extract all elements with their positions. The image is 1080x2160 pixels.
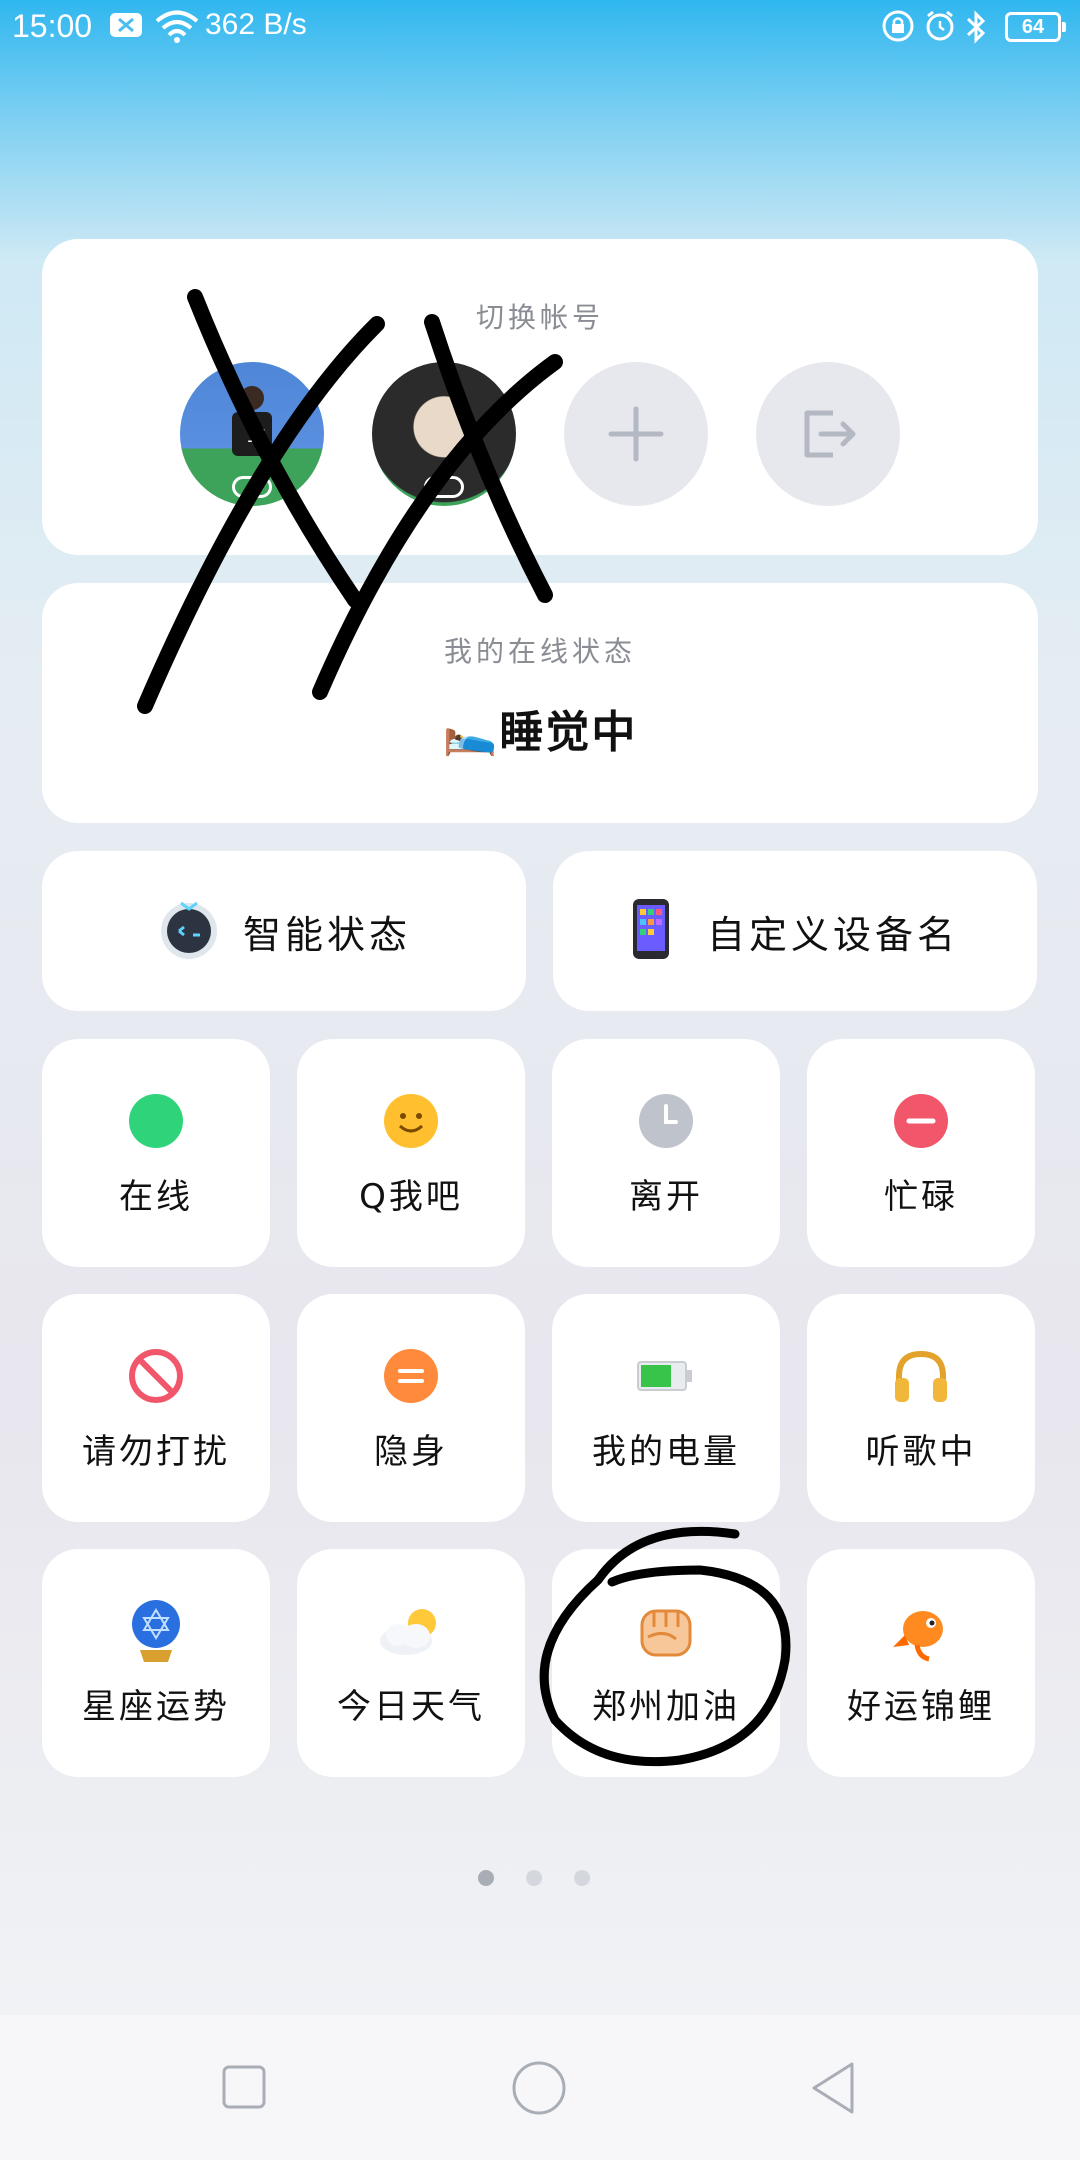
tile-q-me[interactable]: Q我吧	[297, 1039, 525, 1267]
tile-label: 郑州加油	[592, 1687, 740, 1727]
online-ring-icon	[424, 476, 464, 498]
plus-icon	[608, 406, 664, 462]
tile-label: 星座运势	[82, 1687, 230, 1727]
tile-label: 隐身	[374, 1432, 448, 1472]
alarm-icon	[924, 10, 956, 50]
logout-button[interactable]	[756, 362, 900, 506]
tile-label: 离开	[629, 1177, 703, 1217]
bed-icon: 🛌	[442, 707, 500, 758]
battery-indicator: 64	[1005, 12, 1066, 42]
tile-label: 请勿打扰	[82, 1432, 230, 1472]
page-dot[interactable]	[574, 1870, 590, 1886]
wifi-icon	[155, 10, 199, 52]
koi-icon	[807, 1601, 1035, 1662]
green-dot-icon	[42, 1091, 270, 1151]
robot-icon	[157, 897, 221, 965]
headphones-icon	[807, 1346, 1035, 1406]
clock-icon	[552, 1091, 780, 1151]
back-button[interactable]	[810, 2061, 856, 2119]
recent-apps-button[interactable]	[222, 2065, 266, 2113]
account-switch-title: 切换帐号	[475, 301, 604, 334]
smart-status-button[interactable]: 智能状态	[42, 851, 526, 1011]
tile-weather[interactable]: 今日天气	[297, 1549, 525, 1777]
smart-status-label: 智能状态	[242, 912, 411, 957]
tile-label: Q我吧	[359, 1177, 463, 1217]
tile-busy[interactable]: 忙碌	[807, 1039, 1035, 1267]
tile-invisible[interactable]: 隐身	[297, 1294, 525, 1522]
tile-away[interactable]: 离开	[552, 1039, 780, 1267]
account-avatar-1[interactable]: 11	[180, 362, 324, 506]
tile-label: 我的电量	[592, 1432, 740, 1472]
crystal-ball-icon	[42, 1600, 270, 1662]
tile-listening-music[interactable]: 听歌中	[807, 1294, 1035, 1522]
account-avatar-2[interactable]	[372, 362, 516, 506]
tile-online[interactable]: 在线	[42, 1039, 270, 1267]
bluetooth-icon	[964, 10, 988, 52]
no-entry-icon	[42, 1346, 270, 1406]
online-status-value: 🛌睡觉中	[0, 696, 1080, 760]
add-account-button[interactable]	[564, 362, 708, 506]
network-speed: 362 B/s	[205, 8, 307, 41]
tile-label: 在线	[119, 1177, 193, 1217]
tile-my-battery[interactable]: 我的电量	[552, 1294, 780, 1522]
tile-label: 听歌中	[865, 1432, 977, 1472]
weather-icon	[297, 1601, 525, 1661]
back-triangle-icon	[812, 2062, 854, 2114]
smile-icon	[297, 1091, 525, 1151]
custom-device-name-label: 自定义设备名	[706, 912, 959, 957]
home-button[interactable]	[512, 2061, 566, 2119]
tile-do-not-disturb[interactable]: 请勿打扰	[42, 1294, 270, 1522]
logout-icon	[804, 410, 856, 458]
tile-zhengzhou-cheer[interactable]: 郑州加油	[552, 1549, 780, 1777]
status-text: 睡觉中	[499, 707, 638, 758]
square-icon	[222, 2065, 266, 2109]
online-ring-icon	[232, 476, 272, 498]
phone-icon	[631, 897, 671, 965]
equal-circle-icon	[297, 1346, 525, 1406]
page-dot[interactable]	[526, 1870, 542, 1886]
navigation-bar	[0, 2015, 1080, 2160]
status-bar: 15:00 362 B/s 64	[0, 0, 1080, 56]
minus-circle-icon	[807, 1091, 1035, 1151]
svg-text:11: 11	[246, 426, 269, 447]
tile-lucky-koi[interactable]: 好运锦鲤	[807, 1549, 1035, 1777]
circle-icon	[512, 2061, 566, 2115]
tile-label: 今日天气	[337, 1687, 485, 1727]
lock-icon	[882, 10, 914, 50]
online-status-title: 我的在线状态	[443, 635, 636, 668]
tile-label: 忙碌	[884, 1177, 958, 1217]
battery-icon	[552, 1346, 780, 1406]
notification-icon	[108, 10, 144, 48]
fist-icon	[552, 1601, 780, 1661]
status-time: 15:00	[12, 8, 93, 44]
tile-label: 好运锦鲤	[847, 1687, 995, 1727]
page-dot-active[interactable]	[478, 1870, 494, 1886]
tile-horoscope[interactable]: 星座运势	[42, 1549, 270, 1777]
custom-device-name-button[interactable]: 自定义设备名	[553, 851, 1037, 1011]
